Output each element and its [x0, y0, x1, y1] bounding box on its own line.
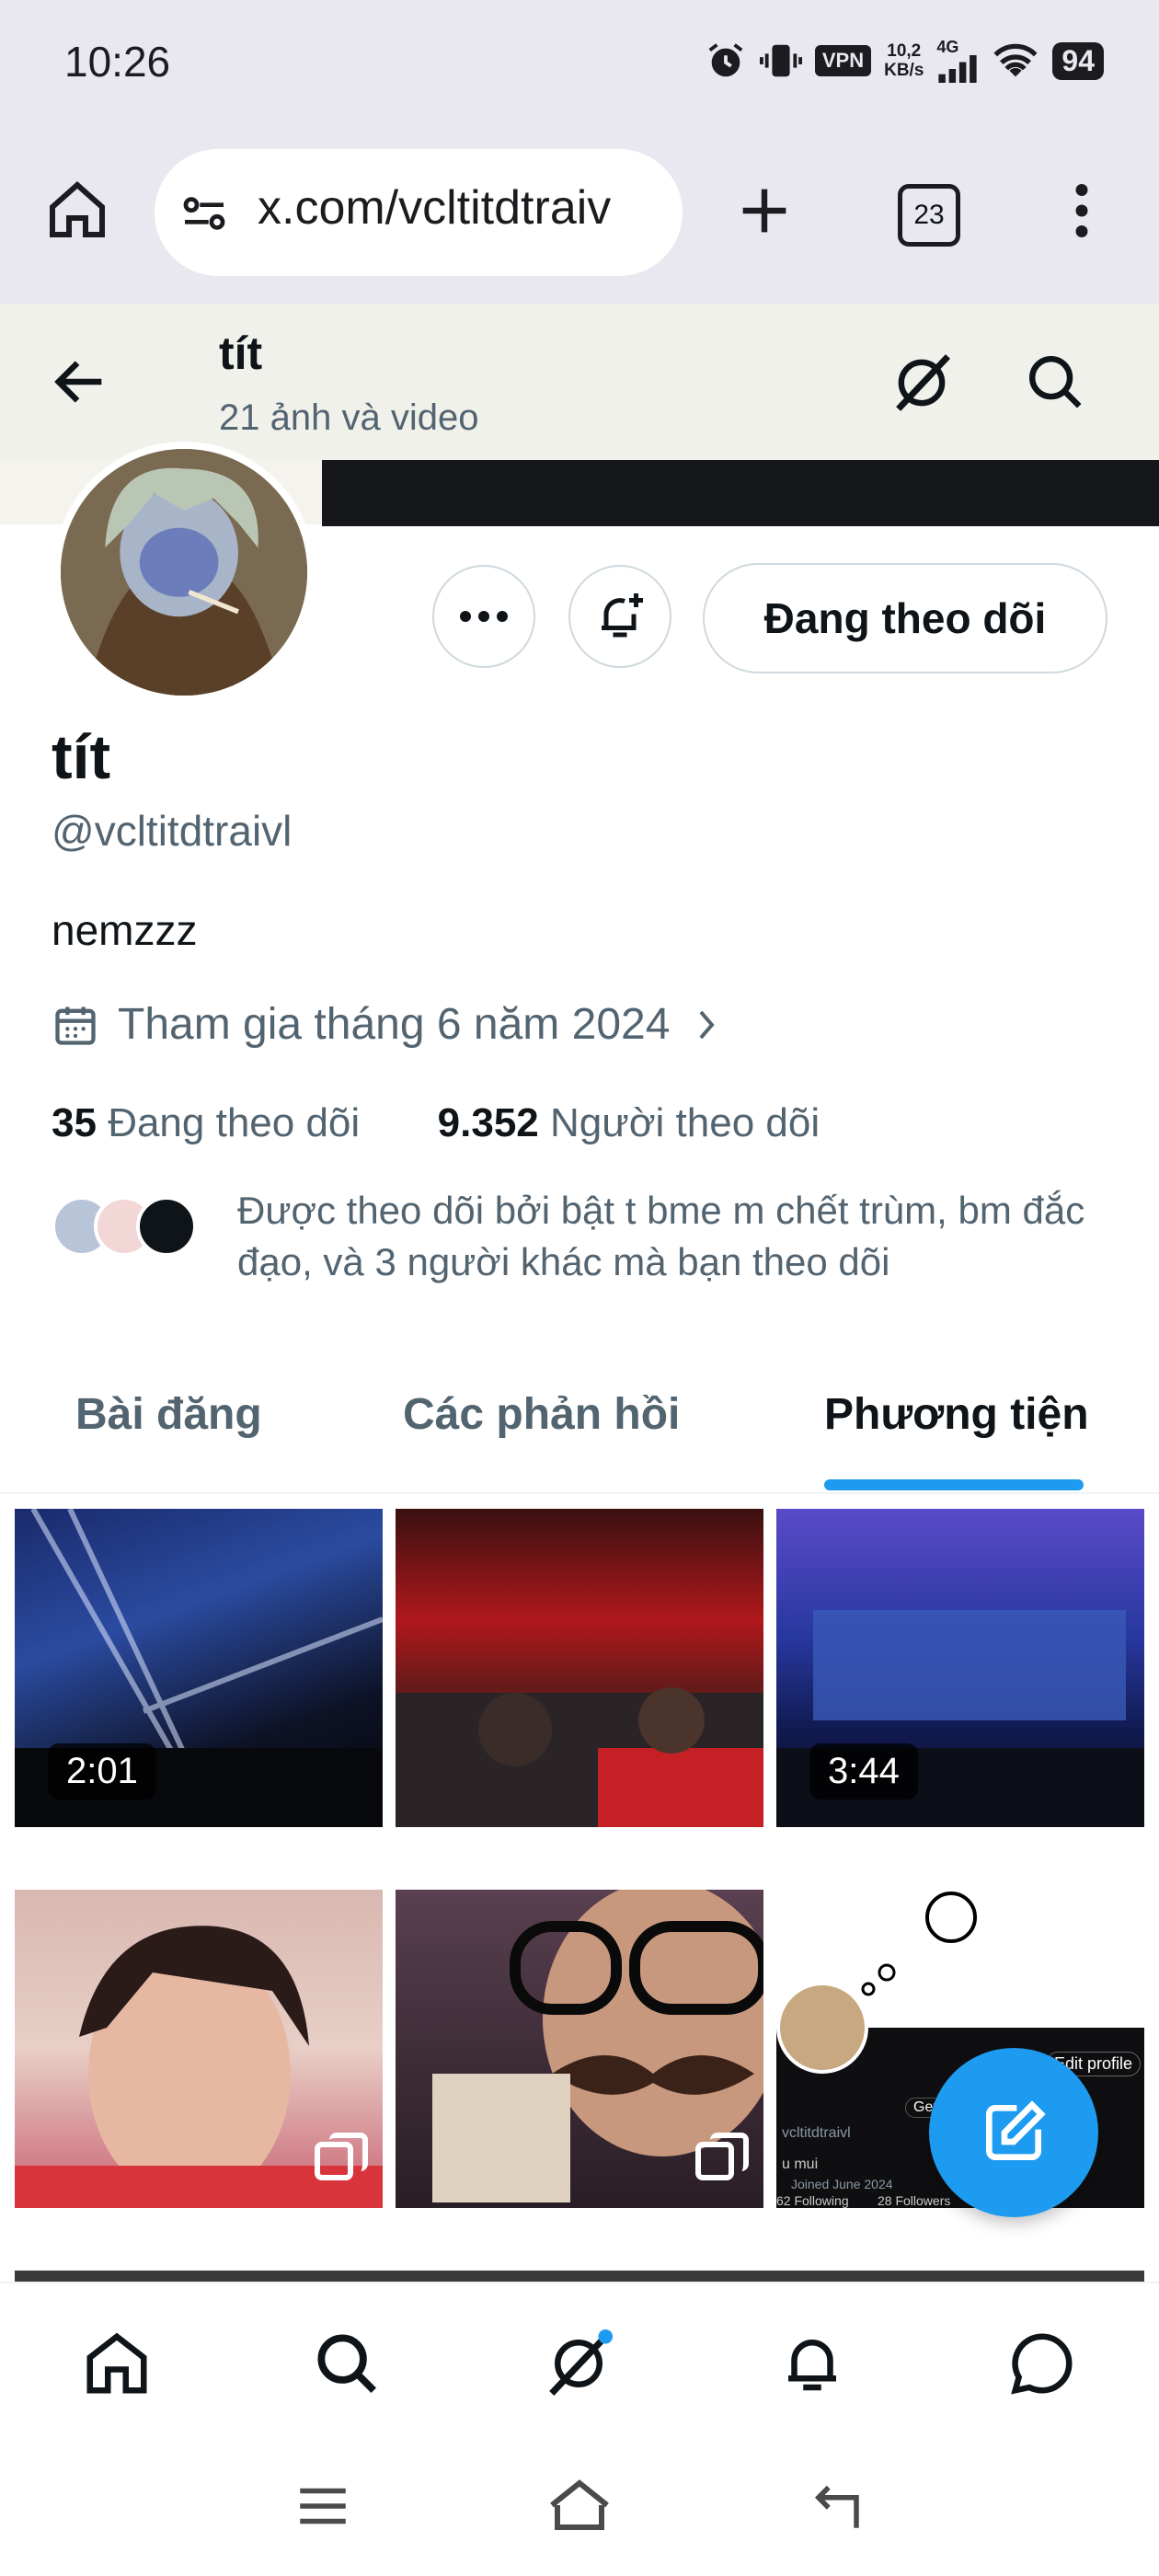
active-tab-indicator: [824, 1479, 1084, 1490]
chevron-right-icon: [699, 1010, 716, 1039]
url-text[interactable]: x.com/vcltitdtraiv: [258, 180, 662, 236]
alarm-icon: [708, 43, 743, 77]
system-back-icon[interactable]: [806, 2477, 866, 2534]
menu-icon[interactable]: [1054, 178, 1109, 243]
plus-icon[interactable]: [732, 178, 797, 243]
multi-image-icon: [315, 2133, 368, 2180]
search-icon[interactable]: [1023, 350, 1087, 414]
banner-image: [322, 460, 1159, 526]
profile-header-bar: [0, 304, 1159, 460]
grok-icon: [549, 2329, 614, 2396]
follow-stats: 35 Đang theo dõi 9.352 Người theo dõi: [52, 1100, 820, 1146]
compose-icon: [986, 2100, 1046, 2160]
wifi-icon: [993, 43, 1038, 77]
media-item[interactable]: [15, 1890, 383, 2208]
status-time: 10:26: [64, 38, 171, 86]
multi-image-icon: [695, 2133, 749, 2180]
battery-indicator: 94: [1052, 41, 1104, 80]
screenshot-bio: u mui: [782, 2156, 819, 2172]
media-row-peek: [15, 2271, 1144, 2282]
followers-label: Người theo dõi: [550, 1100, 820, 1145]
media-item[interactable]: [396, 1509, 763, 1827]
net-speed: 10,2 KB/s: [884, 41, 924, 80]
status-icons: VPN 10,2 KB/s 4G 94: [705, 39, 1104, 83]
tab-switcher[interactable]: 23: [898, 184, 960, 247]
profile-avatar[interactable]: [53, 442, 315, 703]
compose-button[interactable]: [929, 2048, 1098, 2217]
screenshot-handle: vcltitdtraivl: [782, 2125, 851, 2141]
recents-icon[interactable]: [293, 2480, 353, 2532]
nav-messages[interactable]: [1001, 2322, 1084, 2405]
avatar: [136, 1196, 197, 1257]
home-icon[interactable]: [44, 177, 110, 243]
tab-media[interactable]: Phương tiện: [824, 1389, 1089, 1440]
followers-stat[interactable]: 9.352 Người theo dõi: [438, 1100, 820, 1145]
media-item[interactable]: 3:44: [776, 1509, 1144, 1827]
more-icon: [460, 611, 508, 622]
notify-button[interactable]: [568, 565, 671, 668]
vpn-badge: VPN: [814, 45, 872, 76]
joined-text: Tham gia tháng 6 năm 2024: [118, 1000, 671, 1049]
nav-search[interactable]: [305, 2322, 388, 2405]
more-button[interactable]: [432, 565, 535, 668]
net-speed-value: 10,2: [887, 41, 922, 61]
profile-bio: nemzzz: [52, 906, 198, 954]
followers-count: 9.352: [437, 1100, 539, 1145]
following-button[interactable]: Đang theo dõi: [703, 563, 1107, 673]
header-name: tít: [219, 328, 263, 379]
tab-replies[interactable]: Các phản hồi: [403, 1389, 680, 1440]
system-home-icon[interactable]: [546, 2477, 613, 2534]
header-subtitle: 21 ảnh và video: [219, 397, 479, 438]
grok-icon[interactable]: [887, 348, 957, 418]
profile-handle: @vcltitdtraivl: [52, 807, 293, 855]
following-stat[interactable]: 35 Đang theo dõi: [52, 1100, 360, 1145]
tab-posts[interactable]: Bài đăng: [75, 1389, 262, 1440]
home-icon: [86, 2332, 147, 2394]
net-speed-unit: KB/s: [884, 61, 924, 80]
screenshot-following: 62 Following: [776, 2193, 849, 2208]
mutual-avatars[interactable]: [52, 1196, 217, 1260]
network-type: 4G: [936, 38, 959, 56]
media-item[interactable]: 2:01: [15, 1509, 383, 1827]
screenshot-joined: Joined June 2024: [791, 2177, 893, 2191]
signal-icon: 4G: [936, 39, 979, 83]
nav-notifications[interactable]: [771, 2322, 854, 2405]
following-count: 35: [52, 1100, 97, 1145]
back-icon[interactable]: [48, 350, 112, 414]
video-duration: 3:44: [809, 1743, 918, 1800]
screenshot-followers: 28 Followers: [878, 2193, 951, 2208]
media-item[interactable]: [396, 1890, 763, 2208]
tab-divider: [0, 1492, 1159, 1494]
nav-home[interactable]: [75, 2322, 158, 2405]
joined-date[interactable]: Tham gia tháng 6 năm 2024: [52, 999, 725, 1050]
message-icon: [1011, 2333, 1073, 2395]
bell-icon: [788, 2340, 836, 2391]
search-icon: [317, 2334, 377, 2394]
video-duration: 2:01: [48, 1743, 156, 1800]
nav-grok[interactable]: [537, 2322, 620, 2405]
profile-name: tít: [52, 722, 111, 792]
followed-by-text[interactable]: Được theo dõi bởi bật t bme m chết trùm,…: [237, 1185, 1120, 1288]
site-settings-icon[interactable]: [178, 188, 230, 239]
vibrate-icon: [759, 44, 802, 77]
bell-plus-icon: [602, 593, 643, 638]
following-label: Đang theo dõi: [108, 1100, 361, 1145]
calendar-icon: [55, 1006, 96, 1045]
